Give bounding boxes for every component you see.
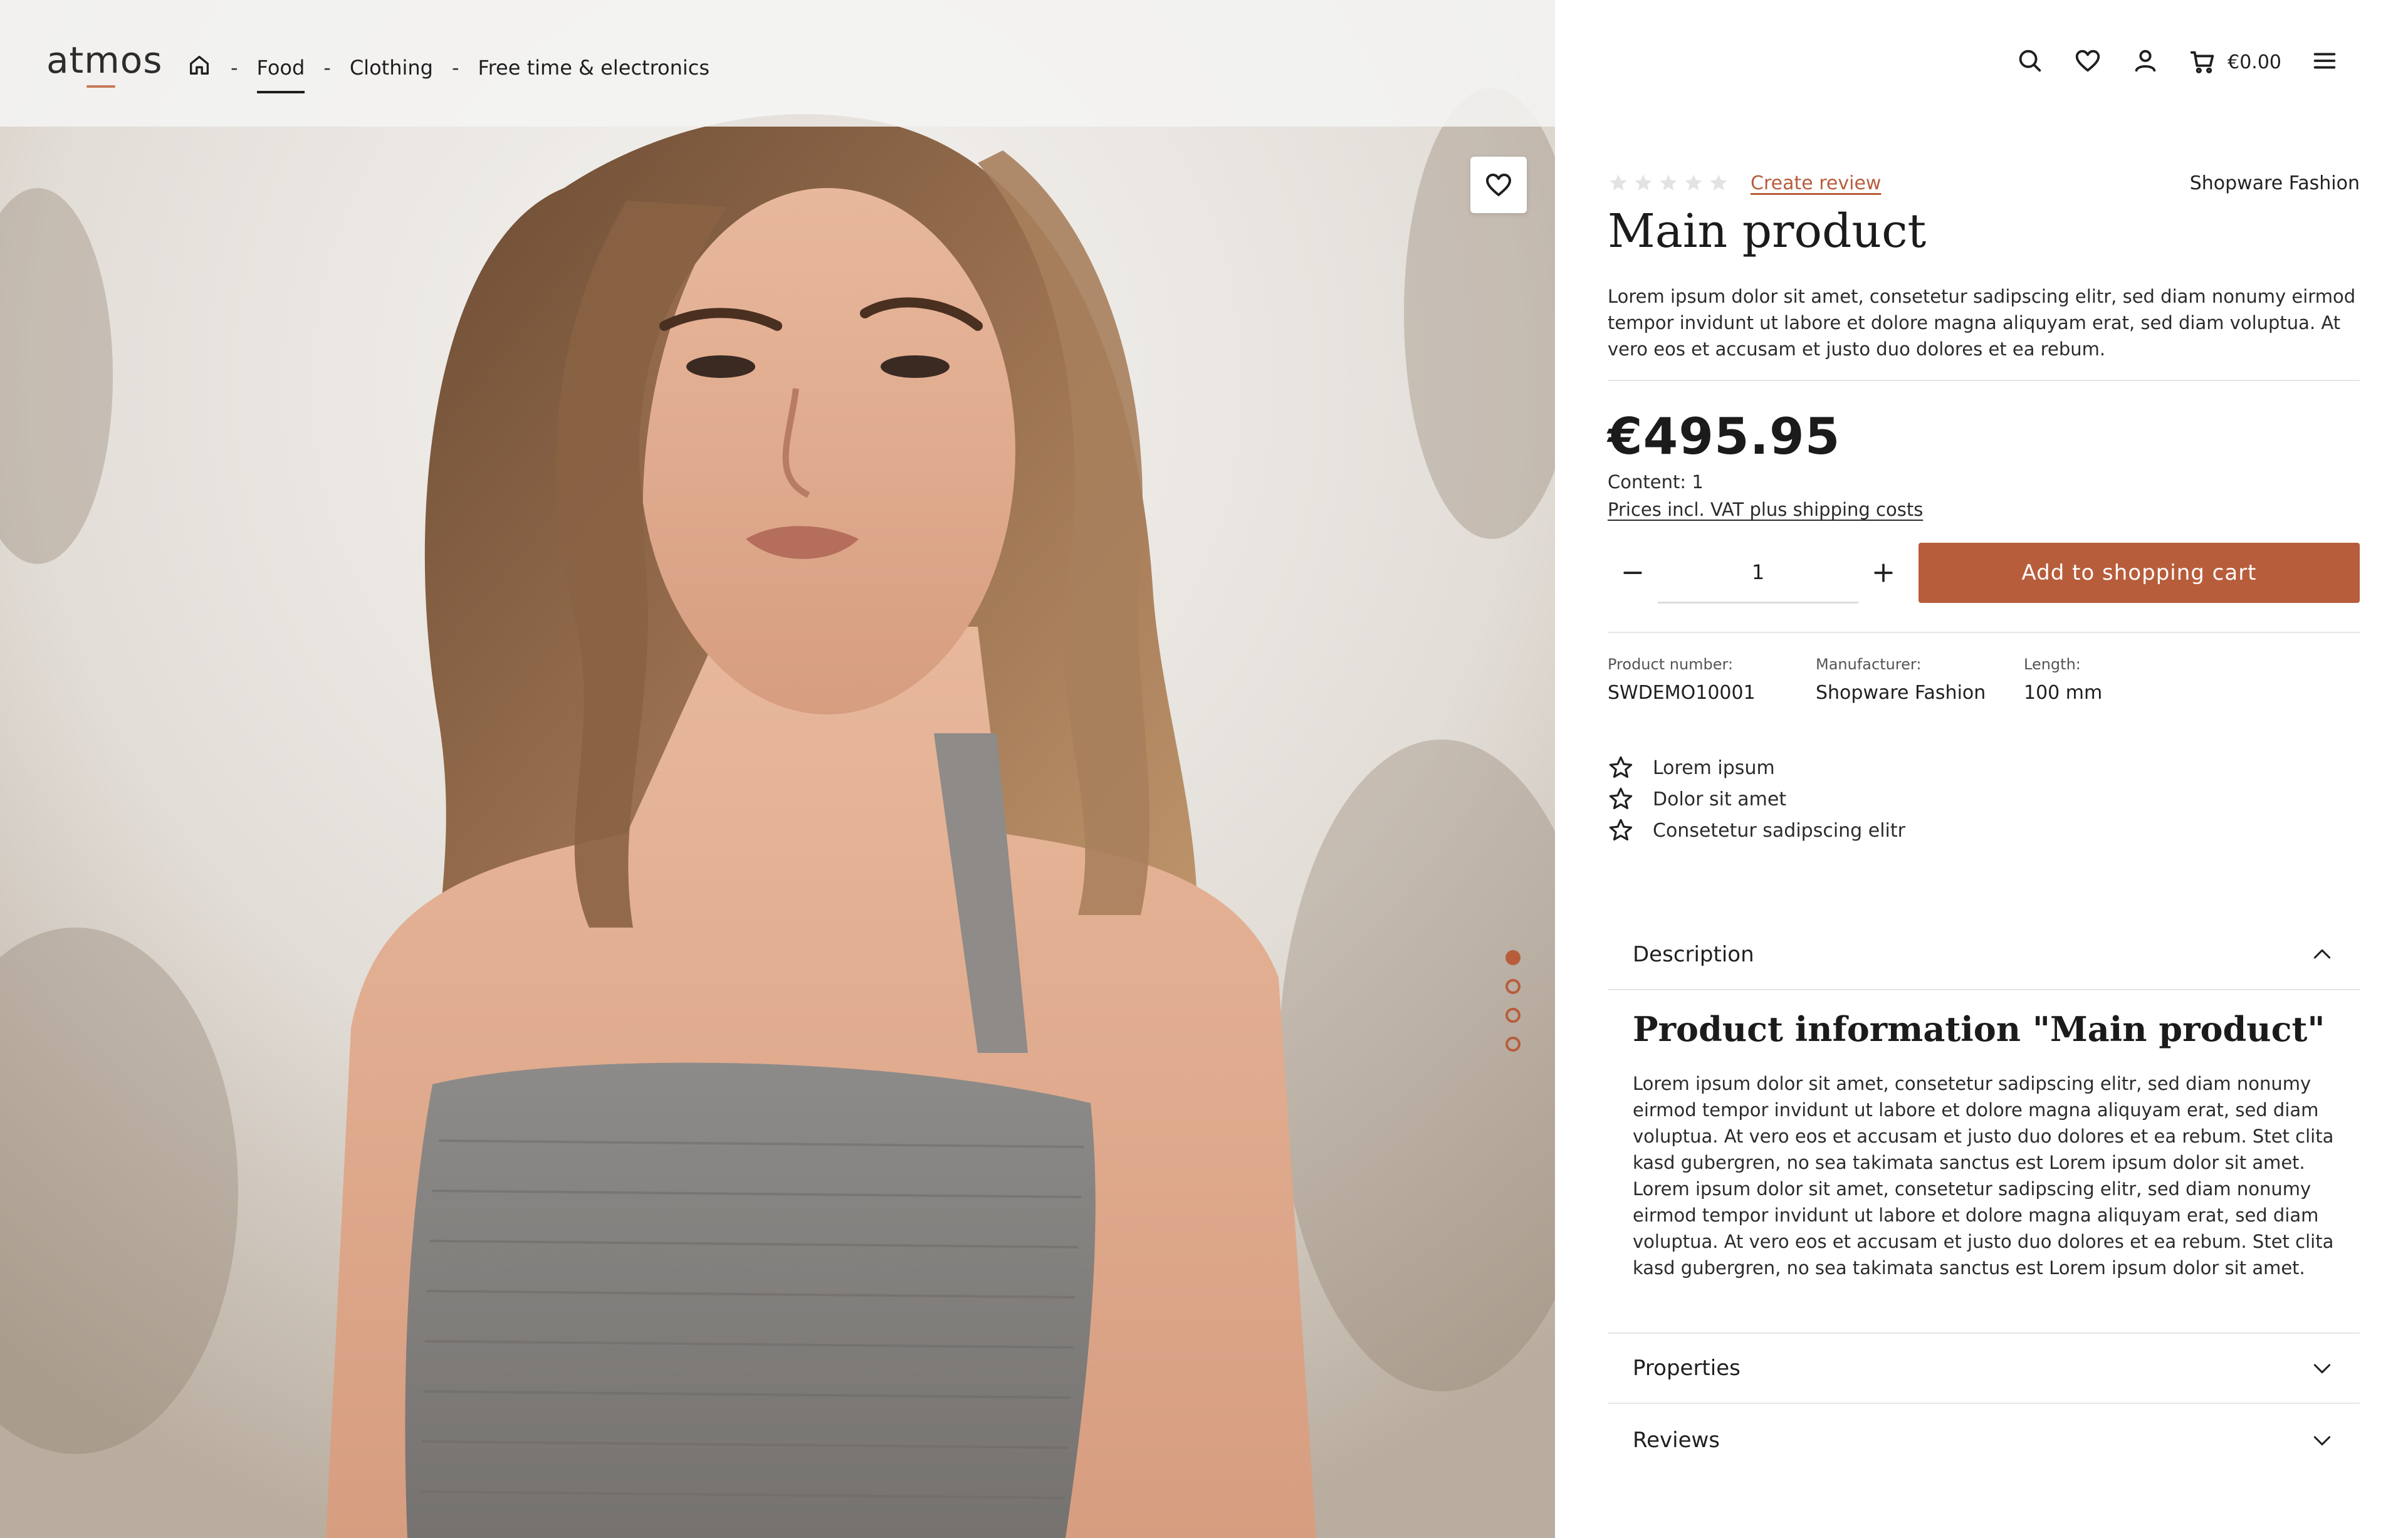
menu-icon[interactable] bbox=[2310, 46, 2339, 78]
star-icon bbox=[1685, 174, 1702, 191]
site-logo[interactable]: atmos bbox=[46, 39, 163, 81]
brand-name[interactable]: Shopware Fashion bbox=[2190, 172, 2360, 194]
meta-label: Manufacturer: bbox=[1816, 656, 1922, 673]
chevron-up-icon bbox=[2313, 949, 2331, 959]
main-navigation: - Food - Clothing - Free time & electron… bbox=[187, 53, 710, 93]
gallery-dot[interactable] bbox=[1505, 1037, 1521, 1052]
create-review-link[interactable]: Create review bbox=[1751, 172, 1881, 194]
quantity-stepper bbox=[1608, 542, 1908, 604]
nav-separator: - bbox=[323, 56, 331, 80]
plus-icon bbox=[1874, 563, 1893, 582]
cart-total: €0.00 bbox=[2227, 51, 2281, 73]
star-icon bbox=[1710, 174, 1727, 191]
feature-item: Consetetur sadipscing elitr bbox=[1608, 815, 1905, 846]
nav-item-clothing[interactable]: Clothing bbox=[350, 56, 433, 80]
gallery-dot[interactable] bbox=[1505, 979, 1521, 994]
star-icon bbox=[1635, 174, 1652, 191]
header-actions: €0.00 bbox=[2016, 46, 2339, 78]
product-short-description: Lorem ipsum dolor sit amet, consetetur s… bbox=[1608, 286, 2356, 360]
divider bbox=[1608, 632, 2360, 633]
properties-accordion: Properties bbox=[1608, 1334, 2360, 1404]
description-toggle[interactable]: Description bbox=[1608, 920, 2360, 990]
description-accordion: Description Product information "Main pr… bbox=[1608, 920, 2360, 1281]
product-price: €495.95 bbox=[1608, 407, 1841, 466]
logo-accent bbox=[86, 85, 115, 88]
properties-label: Properties bbox=[1633, 1356, 1741, 1381]
properties-toggle[interactable]: Properties bbox=[1608, 1334, 2360, 1404]
product-info-title: Product information "Main product" bbox=[1633, 1009, 2325, 1049]
home-icon[interactable] bbox=[187, 53, 212, 83]
star-outline-icon bbox=[1609, 819, 1633, 841]
product-content: Content: 1 bbox=[1608, 471, 1704, 493]
feature-label: Consetetur sadipscing elitr bbox=[1653, 819, 1905, 842]
search-icon[interactable] bbox=[2016, 46, 2044, 78]
vat-shipping-link[interactable]: Prices incl. VAT plus shipping costs bbox=[1608, 499, 1923, 520]
product-title: Main product bbox=[1608, 204, 1927, 258]
heart-icon bbox=[1486, 174, 1511, 196]
nav-separator: - bbox=[231, 56, 238, 80]
nav-separator: - bbox=[451, 56, 459, 80]
minus-icon bbox=[1623, 572, 1642, 574]
meta-value: 100 mm bbox=[2024, 682, 2103, 704]
meta-value: Shopware Fashion bbox=[1816, 682, 1986, 704]
add-to-wishlist-button[interactable] bbox=[1470, 157, 1527, 213]
star-icon bbox=[1660, 174, 1677, 191]
product-photo-illustration bbox=[0, 0, 1555, 1538]
description-label: Description bbox=[1633, 942, 1754, 967]
meta-value: SWDEMO10001 bbox=[1608, 682, 1756, 704]
feature-label: Dolor sit amet bbox=[1653, 788, 1787, 810]
meta-length: Length: 100 mm bbox=[2024, 656, 2232, 704]
star-icon bbox=[1610, 174, 1627, 191]
feature-item: Lorem ipsum bbox=[1608, 752, 1905, 783]
divider bbox=[1608, 380, 2360, 381]
cart-button[interactable]: €0.00 bbox=[2189, 48, 2281, 76]
gallery-dot[interactable] bbox=[1505, 1008, 1521, 1023]
account-icon[interactable] bbox=[2131, 46, 2160, 78]
star-outline-icon bbox=[1609, 756, 1633, 778]
reviews-toggle[interactable]: Reviews bbox=[1608, 1405, 2360, 1475]
meta-label: Length: bbox=[2024, 656, 2081, 673]
chevron-down-icon bbox=[2313, 1436, 2331, 1446]
feature-label: Lorem ipsum bbox=[1653, 756, 1775, 779]
increase-quantity-button[interactable] bbox=[1858, 547, 1908, 599]
rating-stars bbox=[1608, 172, 1729, 194]
product-meta: Product number: SWDEMO10001 Manufacturer… bbox=[1608, 656, 2232, 704]
chevron-down-icon bbox=[2313, 1364, 2331, 1374]
meta-label: Product number: bbox=[1608, 656, 1734, 673]
product-info-text: Lorem ipsum dolor sit amet, consetetur s… bbox=[1633, 1073, 2334, 1279]
meta-product-number: Product number: SWDEMO10001 bbox=[1608, 656, 1816, 704]
decrease-quantity-button[interactable] bbox=[1608, 547, 1658, 599]
add-to-cart-button[interactable]: Add to shopping cart bbox=[1919, 543, 2360, 603]
star-outline-icon bbox=[1609, 787, 1633, 810]
site-header: atmos - Food - Clothing - Free time & el… bbox=[0, 0, 2408, 127]
reviews-label: Reviews bbox=[1633, 1428, 1720, 1453]
gallery-pagination bbox=[1505, 950, 1521, 1052]
quantity-input[interactable] bbox=[1658, 542, 1858, 604]
gallery-dot[interactable] bbox=[1505, 950, 1521, 965]
product-image[interactable] bbox=[0, 0, 1555, 1538]
cart-icon bbox=[2190, 51, 2214, 74]
wishlist-icon[interactable] bbox=[2073, 46, 2102, 78]
nav-item-free-time-electronics[interactable]: Free time & electronics bbox=[478, 56, 710, 80]
meta-manufacturer: Manufacturer: Shopware Fashion bbox=[1816, 656, 2024, 704]
rating-row: Create review Shopware Fashion bbox=[1608, 169, 2360, 197]
description-content: Product information "Main product" Lorem… bbox=[1608, 990, 2360, 1281]
feature-item: Dolor sit amet bbox=[1608, 783, 1905, 815]
reviews-accordion: Reviews bbox=[1608, 1405, 2360, 1475]
feature-list: Lorem ipsum Dolor sit amet Consetetur sa… bbox=[1608, 752, 1905, 846]
nav-item-food[interactable]: Food bbox=[256, 56, 305, 93]
